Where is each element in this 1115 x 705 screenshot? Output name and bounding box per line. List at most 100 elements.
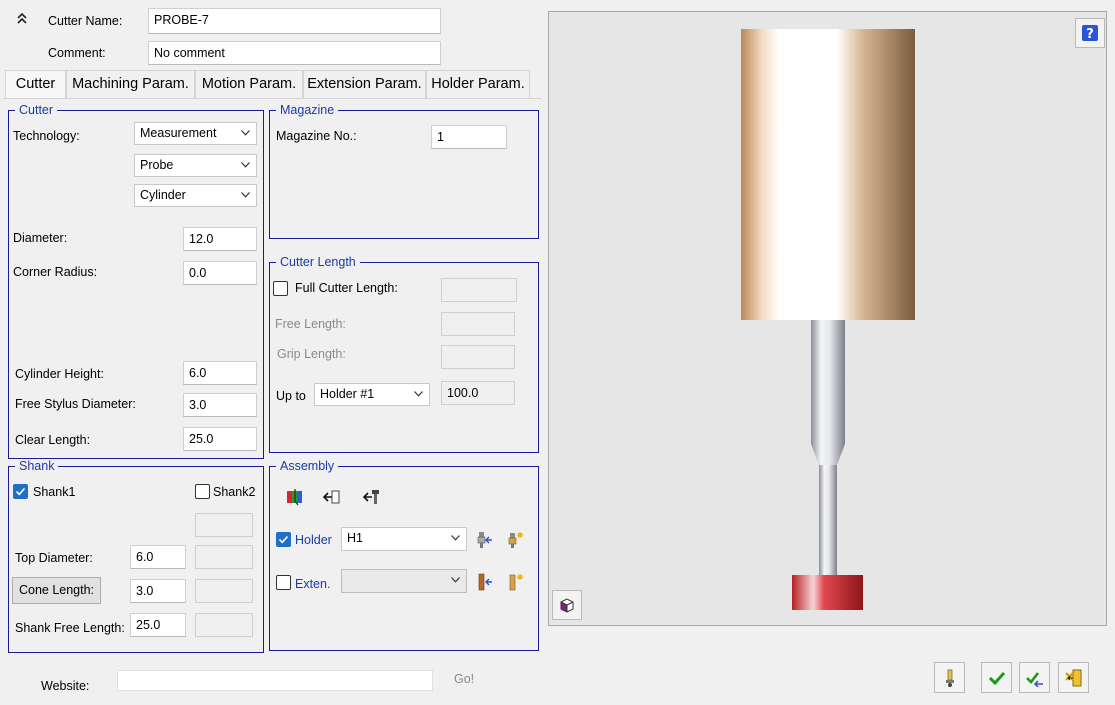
free-length-input [441, 312, 515, 336]
shank1-checkbox[interactable] [13, 484, 28, 499]
assembly-group: Assembly [269, 459, 539, 651]
shank2-free-length-input [195, 613, 253, 637]
holder-checkbox[interactable] [276, 532, 291, 547]
exten-label: Exten. [295, 577, 331, 591]
tool-preview-viewport[interactable] [548, 11, 1107, 626]
probe-icon [945, 669, 954, 687]
website-input[interactable] [117, 670, 433, 691]
magazine-group-title: Magazine [276, 103, 339, 117]
probe-info-button[interactable] [934, 662, 965, 693]
cutter-shape-value: Cylinder [140, 188, 186, 202]
chevron-down-icon [414, 391, 423, 397]
holder-label: Holder [295, 533, 332, 547]
cutter-group-title: Cutter [15, 103, 58, 117]
chevron-down-icon [241, 192, 250, 198]
shank2-extra-input [195, 513, 253, 537]
free-stylus-diameter-label: Free Stylus Diameter: [15, 397, 136, 411]
holder-new-icon[interactable] [507, 530, 525, 550]
cutter-name-label: Cutter Name: [48, 14, 123, 28]
diameter-input[interactable]: 12.0 [183, 227, 257, 251]
tab-cutter[interactable]: Cutter [5, 70, 66, 99]
exten-checkbox[interactable] [276, 575, 291, 590]
chevron-down-icon [451, 577, 460, 583]
clear-length-input[interactable]: 25.0 [183, 427, 257, 451]
up-to-length-value: 100.0 [441, 381, 515, 405]
shank2-top-diameter-input [195, 545, 253, 569]
website-label: Website: [41, 679, 90, 693]
magazine-no-label: Magazine No.: [276, 129, 357, 143]
ok-button[interactable] [981, 662, 1012, 693]
cutter-type-dropdown[interactable]: Probe [134, 154, 257, 177]
cone-length-input[interactable]: 3.0 [130, 579, 186, 603]
cutter-length-group-title: Cutter Length [276, 255, 360, 269]
cutter-name-input[interactable]: PROBE-7 [148, 8, 441, 34]
shank2-cone-length-input [195, 579, 253, 603]
diameter-label: Diameter: [13, 231, 68, 245]
exit-icon [1064, 669, 1081, 686]
up-to-label: Up to [276, 389, 306, 403]
full-cutter-length-input [441, 278, 517, 302]
help-button[interactable]: ? [1075, 18, 1105, 48]
shank2-checkbox[interactable] [195, 484, 210, 499]
assembly-color-tool-icon[interactable] [285, 487, 305, 507]
full-cutter-length-label: Full Cutter Length: [295, 281, 398, 295]
shank-group-title: Shank [15, 459, 59, 473]
free-stylus-diameter-input[interactable]: 3.0 [183, 393, 257, 417]
apply-icon [1025, 671, 1043, 687]
top-diameter-label: Top Diameter: [15, 551, 93, 565]
shank-free-length-input[interactable]: 25.0 [130, 613, 186, 637]
holder-dropdown[interactable]: H1 [341, 527, 467, 551]
grip-length-label: Grip Length: [277, 347, 346, 361]
assembly-group-title: Assembly [276, 459, 339, 473]
svg-text:?: ? [1086, 27, 1094, 42]
holder-value: H1 [347, 531, 363, 545]
up-to-value: Holder #1 [320, 387, 375, 401]
comment-label: Comment: [48, 46, 106, 60]
assembly-tool-insert-icon[interactable] [362, 487, 382, 507]
cutter-shape-dropdown[interactable]: Cylinder [134, 184, 257, 207]
up-to-dropdown[interactable]: Holder #1 [314, 383, 430, 406]
assembly-import-icon[interactable] [322, 487, 342, 507]
collapse-icon[interactable] [15, 12, 29, 26]
tab-extension-param[interactable]: Extension Param. [303, 70, 426, 98]
checkmark-icon [988, 671, 1005, 685]
probe-3d-model [741, 29, 915, 610]
chevron-down-icon [241, 130, 250, 136]
cylinder-height-label: Cylinder Height: [15, 367, 104, 381]
top-diameter-input[interactable]: 6.0 [130, 545, 186, 569]
tab-motion-param[interactable]: Motion Param. [195, 70, 303, 98]
full-cutter-length-checkbox[interactable] [273, 281, 288, 296]
technology-value: Measurement [140, 126, 217, 140]
go-button[interactable]: Go! [454, 672, 474, 686]
chevron-down-icon [241, 162, 250, 168]
magazine-no-input[interactable]: 1 [431, 125, 507, 149]
tab-machining-param[interactable]: Machining Param. [66, 70, 195, 98]
shank-free-length-label: Shank Free Length: [15, 621, 125, 635]
exten-new-icon[interactable] [507, 572, 525, 592]
cone-length-button[interactable]: Cone Length: [12, 577, 101, 604]
grip-length-input [441, 345, 515, 369]
clear-length-label: Clear Length: [15, 433, 91, 447]
checkmark-icon [15, 487, 26, 496]
apply-button[interactable] [1019, 662, 1050, 693]
cube-icon [560, 598, 574, 613]
comment-input[interactable]: No comment [148, 41, 441, 65]
exten-select-icon[interactable] [476, 572, 494, 592]
corner-radius-label: Corner Radius: [13, 265, 98, 279]
view-cube-button[interactable] [552, 590, 582, 620]
cutter-type-value: Probe [140, 158, 174, 172]
tab-holder-param[interactable]: Holder Param. [426, 70, 530, 98]
holder-select-icon[interactable] [476, 530, 494, 550]
cylinder-height-input[interactable]: 6.0 [183, 361, 257, 385]
free-length-label: Free Length: [275, 317, 346, 331]
chevron-down-icon [451, 535, 460, 541]
shank1-label: Shank1 [33, 485, 76, 499]
exten-dropdown[interactable] [341, 569, 467, 593]
shank2-label: Shank2 [213, 485, 256, 499]
corner-radius-input[interactable]: 0.0 [183, 261, 257, 285]
exit-button[interactable] [1058, 662, 1089, 693]
checkmark-icon [278, 535, 289, 544]
help-icon: ? [1082, 25, 1098, 42]
technology-dropdown[interactable]: Measurement [134, 122, 257, 145]
technology-label: Technology: [13, 129, 80, 143]
